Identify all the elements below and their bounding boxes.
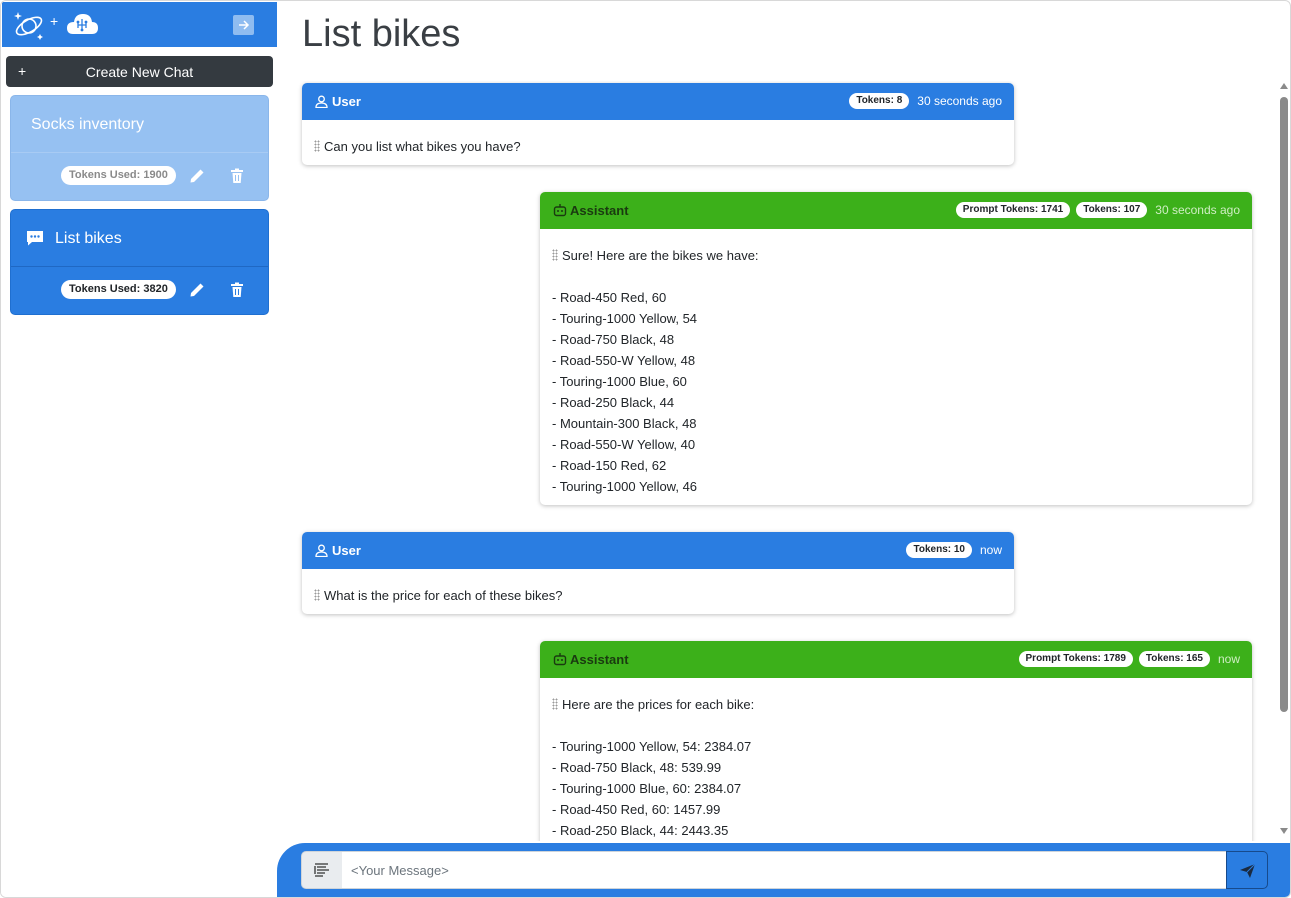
chat-item-list-bikes[interactable]: List bikes Tokens Used: 3820 bbox=[10, 209, 269, 315]
sidebar-header: + bbox=[2, 2, 277, 47]
text-lines-icon bbox=[314, 863, 329, 877]
chat-item-socks-inventory[interactable]: Socks inventory Tokens Used: 1900 bbox=[10, 95, 269, 201]
delete-trash-icon[interactable] bbox=[230, 282, 244, 298]
app-window: + + Create New Chat Socks inventory Toke… bbox=[0, 0, 1291, 898]
message-role: User bbox=[332, 94, 361, 109]
scrollbar-thumb[interactable] bbox=[1280, 97, 1288, 712]
tokens-badge: Tokens: 10 bbox=[906, 542, 972, 558]
composer-prefix bbox=[301, 851, 343, 889]
message-meta: Prompt Tokens: 1789 Tokens: 165 now bbox=[1018, 651, 1240, 667]
message-list[interactable]: User Tokens: 8 30 seconds ago Can you li… bbox=[277, 81, 1290, 841]
tokens-used-badge: Tokens Used: 1900 bbox=[61, 166, 176, 185]
chat-card-divider bbox=[11, 152, 268, 153]
message-timestamp: now bbox=[979, 543, 1002, 557]
create-new-chat-label: Create New Chat bbox=[85, 64, 194, 80]
drag-grip-icon[interactable] bbox=[552, 698, 558, 710]
tokens-badge: Tokens: 8 bbox=[849, 93, 910, 109]
composer-input-group bbox=[301, 851, 1268, 889]
message-body: Here are the prices for each bike: - Tou… bbox=[552, 694, 1240, 841]
message-role: Assistant bbox=[570, 203, 629, 218]
message-header: User Tokens: 10 now bbox=[302, 532, 1014, 569]
message-timestamp: 30 seconds ago bbox=[917, 94, 1002, 108]
drag-grip-icon[interactable] bbox=[314, 589, 320, 601]
message-header: Assistant Prompt Tokens: 1741 Tokens: 10… bbox=[540, 192, 1252, 229]
message-role: Assistant bbox=[570, 652, 629, 667]
message-text: Sure! Here are the bikes we have: - Road… bbox=[552, 248, 759, 494]
message-body: What is the price for each of these bike… bbox=[314, 585, 1002, 606]
logo-plus-sign: + bbox=[50, 13, 59, 29]
collapse-sidebar-button[interactable] bbox=[233, 15, 254, 35]
person-icon bbox=[315, 544, 328, 557]
message-header: User Tokens: 8 30 seconds ago bbox=[302, 83, 1014, 120]
cloud-ai-logo-icon bbox=[67, 14, 98, 34]
message-input[interactable] bbox=[342, 851, 1227, 889]
edit-pencil-icon[interactable] bbox=[189, 168, 205, 184]
scroll-down-arrow-icon[interactable] bbox=[1280, 828, 1288, 834]
chat-card-divider bbox=[11, 266, 268, 267]
prompt-tokens-badge: Prompt Tokens: 1741 bbox=[955, 202, 1071, 218]
send-button[interactable] bbox=[1226, 851, 1268, 889]
tokens-badge: Tokens: 165 bbox=[1138, 651, 1210, 667]
message-body: Sure! Here are the bikes we have: - Road… bbox=[552, 245, 1240, 497]
message-meta: Tokens: 8 30 seconds ago bbox=[849, 93, 1002, 109]
message-role: User bbox=[332, 543, 361, 558]
message-meta: Tokens: 10 now bbox=[906, 542, 1002, 558]
assistant-message: Assistant Prompt Tokens: 1741 Tokens: 10… bbox=[540, 192, 1252, 505]
tokens-used-badge: Tokens Used: 3820 bbox=[61, 280, 176, 299]
message-text: What is the price for each of these bike… bbox=[324, 588, 563, 603]
user-message: User Tokens: 10 now What is the price fo… bbox=[302, 532, 1014, 614]
composer-bar bbox=[277, 843, 1290, 897]
message-meta: Prompt Tokens: 1741 Tokens: 107 30 secon… bbox=[955, 202, 1240, 218]
page-title: List bikes bbox=[302, 13, 461, 55]
message-text: Here are the prices for each bike: - Tou… bbox=[552, 697, 755, 838]
tokens-badge: Tokens: 107 bbox=[1076, 202, 1148, 218]
sidebar: + + Create New Chat Socks inventory Toke… bbox=[1, 1, 277, 897]
message-body: Can you list what bikes you have? bbox=[314, 136, 1002, 157]
delete-trash-icon[interactable] bbox=[230, 168, 244, 184]
person-icon bbox=[315, 95, 328, 108]
arrow-right-icon bbox=[239, 20, 250, 30]
scroll-up-arrow-icon[interactable] bbox=[1280, 83, 1288, 89]
prompt-tokens-badge: Prompt Tokens: 1789 bbox=[1018, 651, 1133, 667]
chat-main: List bikes User Tokens: 8 30 seconds ago… bbox=[277, 1, 1290, 897]
send-icon bbox=[1240, 863, 1256, 878]
edit-pencil-icon[interactable] bbox=[189, 282, 205, 298]
message-text: Can you list what bikes you have? bbox=[324, 139, 521, 154]
robot-icon bbox=[553, 653, 567, 666]
robot-icon bbox=[553, 204, 567, 217]
chat-title: Socks inventory bbox=[31, 116, 144, 133]
drag-grip-icon[interactable] bbox=[314, 140, 320, 152]
assistant-message: Assistant Prompt Tokens: 1789 Tokens: 16… bbox=[540, 641, 1252, 841]
chat-bubble-icon bbox=[27, 231, 43, 246]
chat-title: List bikes bbox=[55, 230, 122, 247]
message-header: Assistant Prompt Tokens: 1789 Tokens: 16… bbox=[540, 641, 1252, 678]
message-timestamp: 30 seconds ago bbox=[1155, 203, 1240, 217]
message-timestamp: now bbox=[1217, 652, 1240, 666]
user-message: User Tokens: 8 30 seconds ago Can you li… bbox=[302, 83, 1014, 165]
message-list-scrollbar[interactable] bbox=[1278, 81, 1290, 836]
cosmos-logo-icon bbox=[14, 12, 43, 40]
drag-grip-icon[interactable] bbox=[552, 249, 558, 261]
create-new-chat-button[interactable]: + Create New Chat bbox=[6, 56, 273, 87]
